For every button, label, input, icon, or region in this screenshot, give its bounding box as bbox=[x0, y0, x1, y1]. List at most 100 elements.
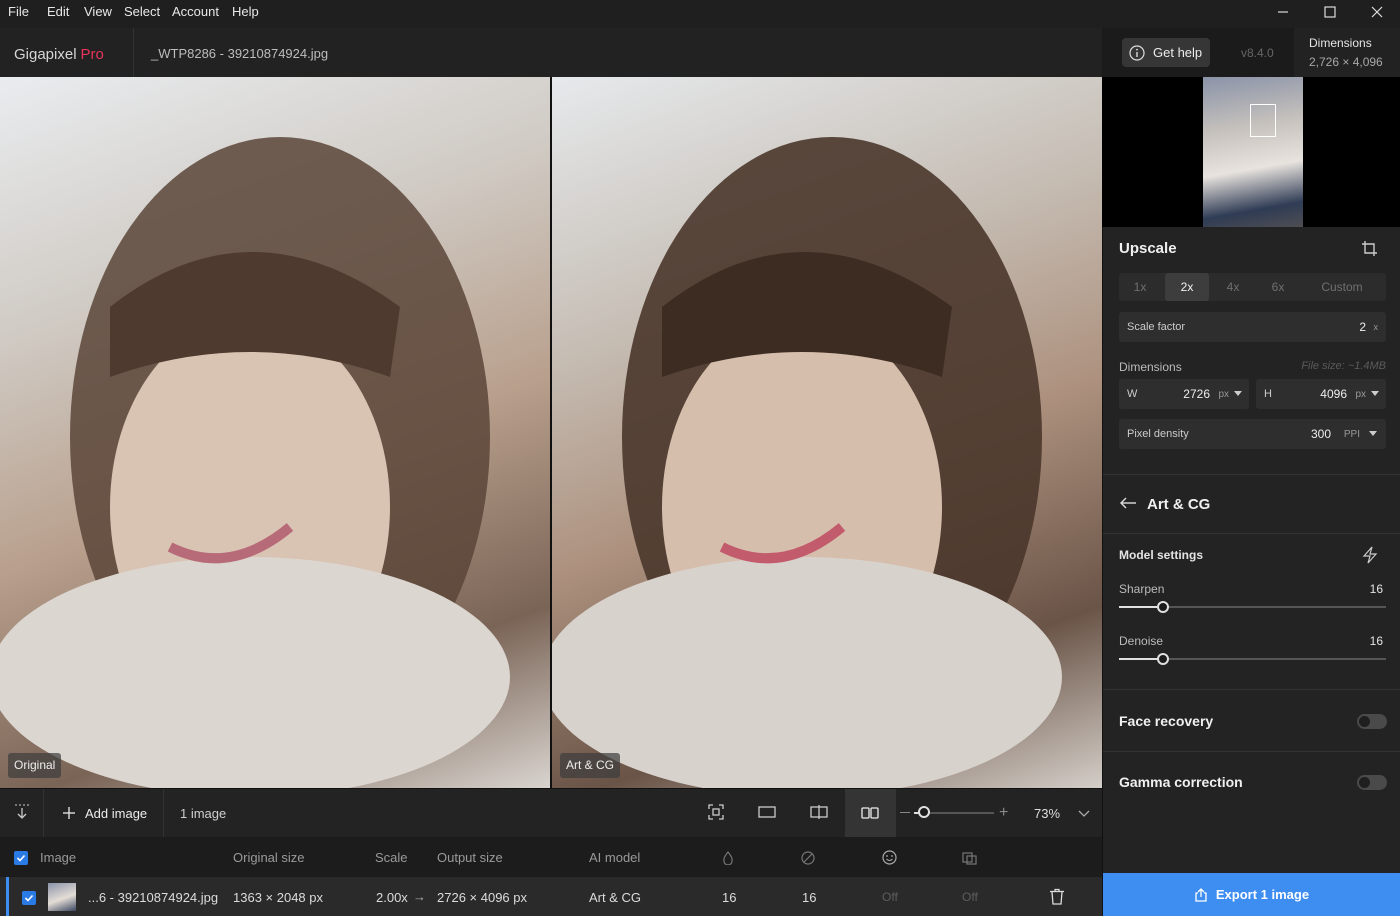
minimize-button[interactable] bbox=[1260, 0, 1306, 24]
column-original-size[interactable]: Original size bbox=[233, 850, 305, 865]
scale-option-6x[interactable]: 6x bbox=[1257, 273, 1299, 301]
trash-icon bbox=[1050, 888, 1064, 905]
denoise-value: 16 bbox=[1369, 634, 1383, 648]
scale-option-custom[interactable]: Custom bbox=[1302, 273, 1382, 301]
row-denoise: 16 bbox=[802, 890, 817, 905]
original-image[interactable]: Original bbox=[0, 77, 550, 788]
column-output-size[interactable]: Output size bbox=[437, 850, 503, 865]
delete-button[interactable] bbox=[1049, 888, 1065, 910]
gamma-correction-toggle[interactable] bbox=[1357, 775, 1387, 790]
width-field[interactable]: W 2726 px bbox=[1119, 379, 1249, 409]
width-value: 2726 bbox=[1183, 387, 1210, 401]
zoom-in-icon[interactable]: + bbox=[999, 805, 1008, 821]
model-name: Art & CG bbox=[1147, 496, 1211, 513]
scale-factor-field[interactable]: Scale factor 2 x bbox=[1119, 312, 1386, 342]
enhanced-image-art bbox=[552, 137, 1062, 788]
column-scale[interactable]: Scale bbox=[375, 850, 408, 865]
divider bbox=[133, 28, 134, 77]
face-recovery-toggle[interactable] bbox=[1357, 714, 1387, 729]
single-view-button[interactable] bbox=[755, 800, 779, 824]
sharpen-value: 16 bbox=[1369, 582, 1383, 596]
get-help-button[interactable]: Get help bbox=[1122, 38, 1210, 67]
zoom-dropdown-button[interactable] bbox=[1078, 806, 1090, 824]
export-icon bbox=[1195, 887, 1207, 902]
select-all-checkbox[interactable] bbox=[14, 851, 28, 865]
zoom-level[interactable]: 73% bbox=[1034, 806, 1060, 821]
maximize-icon bbox=[1324, 6, 1336, 18]
back-button[interactable] bbox=[1119, 496, 1137, 515]
row-original-size: 1363 × 2048 px bbox=[233, 890, 323, 905]
height-field[interactable]: H 4096 px bbox=[1256, 379, 1386, 409]
scale-option-1x[interactable]: 1x bbox=[1119, 273, 1161, 301]
auto-settings-button[interactable] bbox=[1362, 546, 1378, 569]
menu-select[interactable]: Select bbox=[124, 0, 160, 24]
denoise-slider-fill bbox=[1119, 658, 1162, 660]
export-button[interactable]: Export 1 image bbox=[1103, 873, 1400, 916]
denoise-slider-knob[interactable] bbox=[1157, 653, 1169, 665]
zoom-slider-knob[interactable] bbox=[918, 806, 930, 818]
row-output-size: 2726 × 4096 px bbox=[437, 890, 527, 905]
pixel-density-field[interactable]: Pixel density 300 PPI bbox=[1119, 419, 1386, 449]
original-label: Original bbox=[8, 753, 62, 778]
maximize-button[interactable] bbox=[1307, 0, 1353, 24]
file-size-label: File size: ~1.4MB bbox=[1301, 360, 1386, 372]
gamma-column-icon bbox=[962, 852, 977, 865]
info-icon bbox=[1129, 44, 1145, 61]
enhanced-image[interactable]: Art & CG bbox=[552, 77, 1102, 788]
menu-edit[interactable]: Edit bbox=[47, 0, 69, 24]
menu-help[interactable]: Help bbox=[232, 0, 259, 24]
divider bbox=[1103, 751, 1400, 752]
arrow-down-icon bbox=[15, 804, 29, 819]
close-icon bbox=[1371, 6, 1383, 18]
sharpen-slider-knob[interactable] bbox=[1157, 601, 1169, 613]
scale-factor-label: Scale factor bbox=[1127, 321, 1186, 333]
column-ai-model[interactable]: AI model bbox=[589, 850, 640, 865]
row-selection-indicator bbox=[6, 877, 9, 916]
model-settings-label: Model settings bbox=[1119, 548, 1204, 562]
width-label: W bbox=[1127, 388, 1138, 400]
sharpen-label: Sharpen bbox=[1119, 582, 1165, 596]
pixel-density-unit: PPI bbox=[1343, 429, 1360, 440]
row-checkbox[interactable] bbox=[22, 891, 36, 905]
width-unit: px bbox=[1218, 389, 1229, 400]
denoise-column-icon bbox=[801, 851, 815, 865]
face-column-icon bbox=[882, 850, 897, 865]
navigator-viewport[interactable] bbox=[1250, 104, 1276, 137]
row-filename: ...6 - 39210874924.jpg bbox=[88, 890, 219, 905]
zoom-out-icon[interactable] bbox=[900, 812, 910, 813]
get-help-label: Get help bbox=[1153, 45, 1203, 60]
denoise-label: Denoise bbox=[1119, 634, 1164, 648]
scale-option-4x[interactable]: 4x bbox=[1212, 273, 1254, 301]
scale-factor-value: 2 bbox=[1359, 320, 1366, 334]
menu-view[interactable]: View bbox=[84, 0, 112, 24]
navigator-thumbnail[interactable] bbox=[1203, 77, 1303, 227]
arrow-left-icon bbox=[1120, 497, 1136, 509]
caret-down-icon bbox=[1369, 431, 1377, 436]
gamma-correction-label: Gamma correction bbox=[1119, 774, 1243, 790]
dimensions-label: Dimensions bbox=[1119, 360, 1182, 374]
plus-icon bbox=[63, 807, 75, 819]
collapse-list-button[interactable] bbox=[10, 800, 34, 824]
menu-bar: File Edit View Select Account Help bbox=[0, 0, 1400, 28]
divider bbox=[1103, 474, 1400, 475]
split-view-button[interactable] bbox=[807, 800, 831, 824]
fit-view-button[interactable] bbox=[704, 800, 728, 824]
dimensions-header-label: Dimensions bbox=[1309, 36, 1372, 50]
original-image-art bbox=[0, 137, 510, 788]
menu-account[interactable]: Account bbox=[172, 0, 219, 24]
app-name-text: Gigapixel bbox=[14, 46, 77, 63]
row-model: Art & CG bbox=[589, 890, 642, 905]
side-by-side-view-button[interactable] bbox=[845, 789, 896, 837]
scale-option-2x[interactable]: 2x bbox=[1165, 273, 1209, 301]
add-image-button[interactable]: Add image bbox=[62, 804, 147, 822]
crop-button[interactable] bbox=[1361, 240, 1378, 262]
face-recovery-label: Face recovery bbox=[1119, 713, 1214, 729]
divider bbox=[1103, 689, 1400, 690]
dimensions-header-value: 2,726 × 4,096 bbox=[1309, 55, 1383, 69]
split-view-icon bbox=[810, 805, 828, 819]
column-image[interactable]: Image bbox=[40, 850, 76, 865]
close-button[interactable] bbox=[1354, 0, 1400, 24]
sharpen-slider-fill bbox=[1119, 606, 1162, 608]
arrow-right-icon: → bbox=[413, 889, 426, 904]
menu-file[interactable]: File bbox=[8, 0, 29, 24]
